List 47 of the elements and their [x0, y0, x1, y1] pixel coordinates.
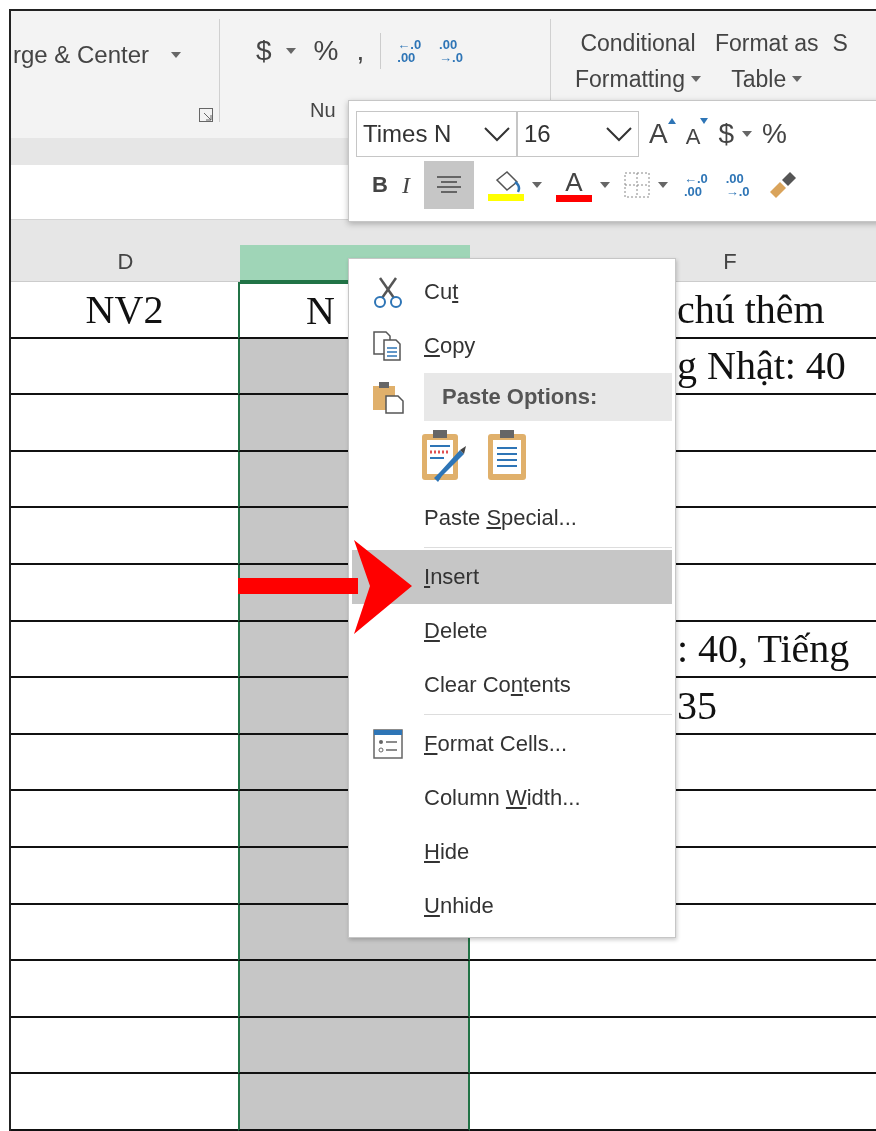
- merge-center-button[interactable]: rge & Center: [11, 41, 219, 69]
- borders-button[interactable]: [623, 172, 668, 198]
- borders-icon: [623, 172, 650, 198]
- fill-color-button[interactable]: [487, 169, 542, 201]
- clipboard-icon: [372, 380, 404, 414]
- down-triangle-icon: [700, 118, 709, 124]
- menu-item[interactable]: Column Width...: [352, 771, 672, 825]
- decimal-button[interactable]: .00 →.0: [437, 36, 465, 66]
- align-center-button[interactable]: [423, 161, 474, 209]
- format-button[interactable]: ,: [354, 35, 367, 67]
- chevron-icon: [606, 126, 632, 142]
- menu-item[interactable]: Clear Contents: [352, 658, 672, 712]
- up-triangle-icon: [667, 118, 676, 124]
- dialog-launcher-icon: [199, 108, 213, 122]
- font-color-button[interactable]: A: [555, 168, 610, 202]
- align-center-icon: [436, 176, 461, 194]
- styles-button[interactable]: Conditional Formatting: [575, 19, 701, 97]
- italic-button[interactable]: I: [401, 171, 410, 199]
- copy-icon: [372, 330, 404, 362]
- paste-option-button[interactable]: [420, 428, 466, 484]
- decimal-button[interactable]: .00 →.0: [723, 170, 752, 200]
- format-button[interactable]: $: [718, 118, 752, 150]
- group-label: Nu: [309, 99, 337, 122]
- scissors-icon: [372, 276, 404, 308]
- menu-item[interactable]: Unhide: [352, 879, 672, 933]
- font-size-field[interactable]: 16: [517, 111, 639, 157]
- decimal-button[interactable]: ←.0 .00: [395, 36, 424, 66]
- clipboard-brush-icon: [420, 428, 466, 484]
- chevron-icon: [484, 126, 510, 142]
- bold-button[interactable]: B: [372, 172, 388, 198]
- shrink-font-button[interactable]: A: [685, 118, 709, 150]
- format-cells-icon: [373, 729, 403, 759]
- format-button[interactable]: %: [311, 35, 341, 67]
- grow-font-button[interactable]: A: [649, 118, 676, 150]
- styles-button[interactable]: Format as Table: [714, 19, 819, 97]
- menu-heading: Paste Options:: [424, 373, 672, 421]
- format-button[interactable]: %: [761, 118, 787, 150]
- decimal-button[interactable]: ←.0 .00: [681, 170, 710, 200]
- menu-item[interactable]: Hide: [352, 825, 672, 879]
- menu-item[interactable]: Insert: [352, 550, 672, 604]
- table-cell: NV2: [11, 282, 240, 339]
- menu-item[interactable]: Paste Special...: [352, 491, 672, 545]
- font-name-field[interactable]: Times N: [356, 111, 517, 157]
- menu-item[interactable]: Format Cells...: [352, 717, 672, 771]
- menu-item[interactable]: Delete: [352, 604, 672, 658]
- format-button[interactable]: $: [254, 35, 298, 67]
- styles-button[interactable]: S: [832, 19, 848, 61]
